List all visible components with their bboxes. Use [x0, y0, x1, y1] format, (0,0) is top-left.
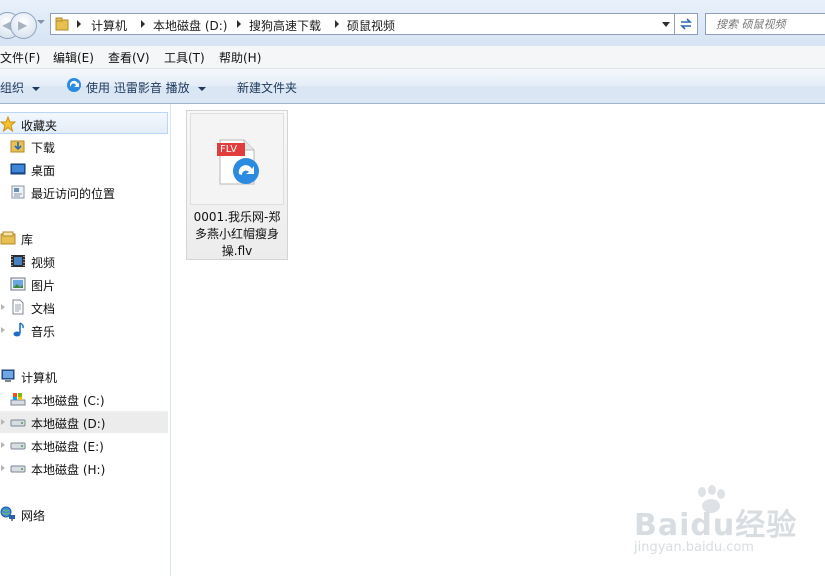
nav-libraries-label: 库	[21, 233, 34, 247]
menu-bar: 文件(F) 编辑(E) 查看(V) 工具(T) 帮助(H)	[0, 46, 825, 69]
expand-arrow-icon[interactable]	[1, 442, 5, 448]
breadcrumb-separator[interactable]	[141, 20, 145, 28]
nav-item-label: 文档	[31, 302, 56, 316]
menu-edit[interactable]: 编辑(E)	[53, 49, 94, 66]
nav-item-label: 本地磁盘 (C:)	[31, 394, 105, 408]
nav-network-label: 网络	[21, 509, 46, 523]
breadcrumb-separator[interactable]	[335, 20, 339, 28]
command-bar: 组织 使用 迅雷影音 播放 新建文件夹	[0, 69, 825, 104]
expand-arrow-icon[interactable]	[1, 327, 5, 333]
nav-network[interactable]: 网络	[0, 503, 168, 525]
refresh-button[interactable]	[674, 13, 698, 35]
explorer-window: ◀ ▶ 计算机 本地磁盘 (D:) 搜狗高速下载 硕鼠视频 搜索 硕鼠视频 文件…	[0, 0, 825, 576]
xunlei-player-icon	[67, 78, 81, 92]
breadcrumb-separator[interactable]	[77, 20, 81, 28]
expand-arrow-icon[interactable]	[1, 304, 5, 310]
video-library-icon	[11, 255, 25, 267]
breadcrumb-computer[interactable]: 计算机	[91, 17, 127, 34]
nav-item-label: 本地磁盘 (D:)	[31, 417, 106, 431]
organize-label: 组织	[0, 81, 25, 95]
computer-icon	[1, 369, 15, 382]
system-drive-icon	[10, 393, 26, 406]
music-library-icon	[13, 322, 24, 337]
file-name: 0001.我乐网-郑多燕小红帽瘦身操.flv	[193, 210, 281, 258]
menu-view[interactable]: 查看(V)	[108, 49, 150, 66]
nav-item-documents[interactable]: 文档	[0, 296, 168, 318]
nav-item-label: 音乐	[31, 325, 56, 339]
forward-button[interactable]: ▶	[10, 12, 37, 39]
nav-computer-label: 计算机	[21, 371, 58, 385]
nav-item-desktop[interactable]: 桌面	[0, 158, 168, 180]
watermark-brand: Baidu经验	[634, 508, 798, 543]
nav-favorites[interactable]: 收藏夹	[0, 112, 168, 134]
breadcrumb-shuoshu-video[interactable]: 硕鼠视频	[347, 17, 395, 34]
search-box[interactable]	[705, 13, 825, 35]
watermark-url: jingyan.baidu.com	[634, 540, 754, 555]
hard-drive-icon	[10, 442, 26, 450]
search-input[interactable]	[706, 14, 824, 34]
nav-item-label: 桌面	[31, 164, 56, 178]
navigation-pane: 收藏夹 下载 桌面 最近访问的位置 库 视频 图片 文档 音乐 计算机 本地磁盘…	[0, 104, 171, 576]
baidu-watermark: Baidu经验 jingyan.baidu.com	[630, 485, 820, 568]
refresh-icon	[680, 18, 692, 30]
nav-computer[interactable]: 计算机	[0, 365, 168, 387]
nav-item-downloads[interactable]: 下载	[0, 135, 168, 157]
library-icon	[0, 231, 16, 245]
play-with-button[interactable]: 使用 迅雷影音 播放	[86, 79, 206, 96]
breadcrumb-drive-d[interactable]: 本地磁盘 (D:)	[153, 17, 227, 34]
new-folder-button[interactable]: 新建文件夹	[237, 79, 297, 96]
menu-help[interactable]: 帮助(H)	[219, 49, 261, 66]
organize-button[interactable]: 组织	[0, 79, 41, 96]
hard-drive-icon	[10, 465, 26, 473]
address-dropdown-icon[interactable]	[662, 22, 670, 27]
nav-item-pictures[interactable]: 图片	[0, 273, 168, 295]
nav-item-drive-d[interactable]: 本地磁盘 (D:)	[0, 411, 168, 433]
nav-libraries[interactable]: 库	[0, 227, 168, 249]
hard-drive-icon	[10, 419, 26, 427]
nav-item-label: 图片	[31, 279, 56, 293]
network-icon	[0, 506, 15, 521]
nav-item-label: 下载	[31, 141, 56, 155]
nav-favorites-label: 收藏夹	[21, 119, 58, 133]
desktop-icon	[10, 163, 26, 175]
menu-tools[interactable]: 工具(T)	[164, 49, 205, 66]
nav-item-label: 最近访问的位置	[31, 187, 116, 201]
chevron-down-icon	[32, 86, 41, 91]
nav-item-recent-places[interactable]: 最近访问的位置	[0, 181, 168, 203]
nav-item-drive-e[interactable]: 本地磁盘 (E:)	[0, 434, 168, 456]
expand-arrow-icon[interactable]	[1, 465, 5, 471]
file-item[interactable]: FLV 0001.我乐网-郑多燕小红帽瘦身操.flv	[186, 110, 288, 260]
nav-item-drive-c[interactable]: 本地磁盘 (C:)	[0, 388, 168, 410]
address-bar[interactable]: 计算机 本地磁盘 (D:) 搜狗高速下载 硕鼠视频	[50, 13, 674, 35]
breadcrumb-sogou-download[interactable]: 搜狗高速下载	[249, 17, 321, 34]
nav-item-label: 视频	[31, 256, 56, 270]
nav-item-drive-h[interactable]: 本地磁盘 (H:)	[0, 457, 168, 479]
menu-file[interactable]: 文件(F)	[0, 49, 40, 66]
flv-badge-text: FLV	[220, 144, 238, 155]
address-row: ◀ ▶ 计算机 本地磁盘 (D:) 搜狗高速下载 硕鼠视频	[0, 0, 825, 46]
nav-item-label: 本地磁盘 (H:)	[31, 463, 106, 477]
breadcrumb-separator[interactable]	[237, 20, 241, 28]
expand-arrow-icon[interactable]	[1, 419, 5, 425]
nav-item-music[interactable]: 音乐	[0, 319, 168, 341]
chevron-down-icon	[197, 86, 206, 91]
star-icon	[0, 116, 16, 132]
history-dropdown-icon[interactable]	[37, 20, 45, 24]
flv-file-icon	[217, 139, 259, 185]
forward-arrow-icon: ▶	[18, 18, 28, 32]
recent-places-icon	[11, 185, 25, 199]
play-with-label: 使用 迅雷影音 播放	[86, 81, 190, 95]
nav-item-label: 本地磁盘 (E:)	[31, 440, 104, 454]
download-folder-icon	[10, 140, 25, 153]
nav-item-videos[interactable]: 视频	[0, 250, 168, 272]
folder-icon	[55, 17, 69, 31]
file-thumbnail: FLV	[190, 113, 284, 205]
document-library-icon	[12, 299, 24, 315]
picture-library-icon	[10, 277, 26, 291]
